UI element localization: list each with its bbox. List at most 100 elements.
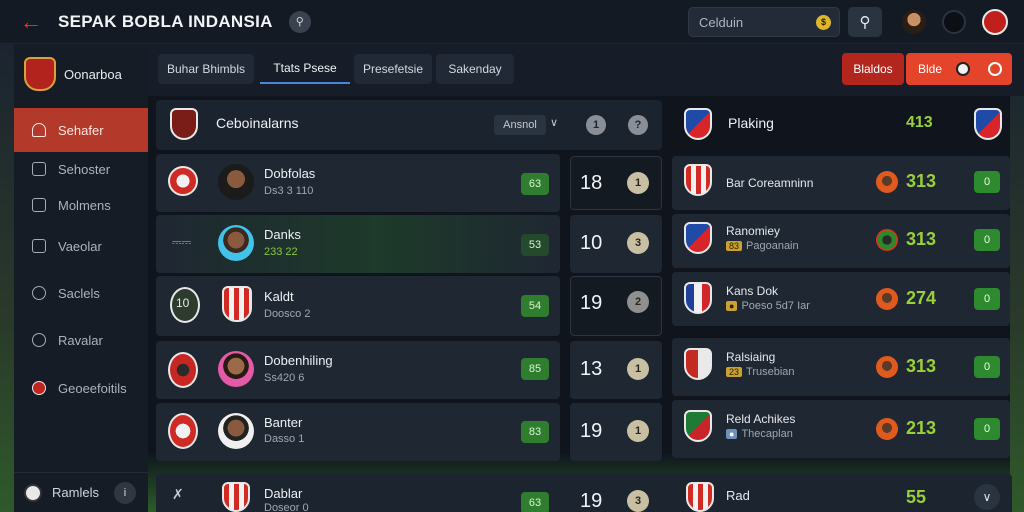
user-avatar[interactable] [902, 10, 926, 34]
football-icon [956, 62, 970, 76]
tab-sakenday[interactable]: Sakenday [436, 54, 514, 84]
brand[interactable]: Oonarboa [14, 44, 148, 104]
secondary-action-button[interactable]: Blde [906, 53, 1012, 85]
sort-dropdown[interactable]: Ansnol [494, 115, 546, 135]
link-icon: ⎓⎓ [172, 235, 192, 249]
tab-presefetsie[interactable]: Presefetsie [354, 54, 432, 84]
sidebar-footer[interactable]: Ramlels i [14, 472, 148, 512]
list-item[interactable] [672, 214, 1010, 268]
sidebar: Oonarboa Sehafer Sehoster Molmens Vaeola… [14, 44, 148, 512]
home-icon [32, 123, 46, 137]
app-title: SEPAK BOBLA INDANSIA [58, 11, 273, 31]
search-input[interactable]: Celduin $ [688, 7, 840, 37]
team-sub: 83 Pagoanain [726, 240, 799, 252]
list-item[interactable] [672, 156, 1010, 210]
score-value: 19 [580, 490, 603, 512]
table-row[interactable] [156, 215, 560, 273]
list-item[interactable] [672, 338, 1010, 396]
trophy-icon [32, 239, 46, 253]
club-crest-icon [168, 352, 198, 388]
search-button[interactable]: ⚲ [848, 7, 882, 37]
sidebar-item-geoeefoitils[interactable]: Geoeefoitils [14, 366, 148, 410]
round-button-help[interactable]: ? [628, 115, 648, 135]
club-crest-icon [222, 482, 250, 512]
position-badge: 1 [627, 420, 649, 442]
arrow-left-icon[interactable]: ← [20, 10, 42, 32]
search-input-value: Celduin [699, 14, 744, 30]
club-crest-icon [686, 482, 714, 512]
search-icon[interactable]: ⚲ [288, 10, 311, 33]
team-sub: ● Thecaplan [726, 428, 793, 440]
tag-badge: 83 [726, 241, 743, 251]
player-avatar [876, 356, 898, 378]
club-crest-icon [684, 164, 712, 196]
list-item[interactable] [672, 400, 1010, 458]
club-crest-icon [684, 348, 712, 380]
table-row[interactable] [156, 276, 560, 336]
club-logo-icon [24, 57, 56, 91]
notification-icon[interactable] [942, 10, 966, 34]
right-panel-score: 413 [906, 114, 933, 131]
status-badge[interactable]: 0 [974, 171, 1000, 193]
player-sub: Ds3 3 110 [264, 185, 314, 197]
player-avatar [876, 288, 898, 310]
team-name: Kans Dok [726, 284, 779, 298]
sidebar-item-ravalar[interactable]: Ravalar [14, 318, 148, 362]
status-badge[interactable]: 0 [974, 356, 1000, 378]
status-badge[interactable]: 0 [974, 229, 1000, 251]
chevron-down-icon[interactable]: ∨ [550, 116, 558, 129]
clock-icon [32, 286, 46, 300]
rating-badge: 63 [521, 173, 549, 195]
team-sub-text: Poeso 5d7 Iar [741, 300, 810, 312]
position-badge: 1 [627, 358, 649, 380]
primary-action-button[interactable]: Blaldos [842, 53, 904, 85]
club-badge-icon [32, 381, 46, 395]
status-badge[interactable]: 0 [974, 418, 1000, 440]
player-name: Banter [264, 415, 303, 430]
tab-ttats-psese[interactable]: Ttats Psese [260, 54, 350, 84]
crest-number: 10 [176, 296, 190, 310]
score-value: 10 [580, 232, 603, 254]
team-sub: 23 Trusebian [726, 366, 795, 378]
club-badge-icon[interactable] [982, 9, 1008, 35]
club-crest-icon [170, 108, 198, 140]
club-crest-icon [684, 282, 712, 314]
sidebar-item-molmens[interactable]: Molmens [14, 183, 148, 227]
sidebar-item-label: Sehafer [58, 122, 104, 138]
sidebar-item-sehafer[interactable]: Sehafer [14, 108, 148, 152]
team-sub-text: Pagoanain [746, 240, 799, 252]
rating-badge: 85 [521, 358, 549, 380]
player-name: Dablar [264, 486, 303, 501]
sidebar-item-vaeolar[interactable]: Vaeolar [14, 224, 148, 268]
round-button-1[interactable]: 1 [586, 115, 606, 135]
player-name: Kaldt [264, 289, 294, 304]
team-score: 213 [906, 418, 937, 438]
score-value: 19 [580, 292, 603, 314]
rating-badge: 63 [521, 492, 549, 512]
tag-badge: ● [726, 301, 738, 311]
player-avatar [876, 171, 898, 193]
list-icon [32, 198, 46, 212]
table-row[interactable] [156, 403, 560, 461]
sidebar-item-saclels[interactable]: Saclels [14, 271, 148, 315]
player-avatar [876, 229, 898, 251]
score-value: 19 [580, 420, 603, 442]
list-item[interactable] [672, 272, 1010, 326]
table-row[interactable] [156, 341, 560, 399]
coin-icon: $ [816, 15, 831, 30]
table-row[interactable] [156, 154, 560, 212]
info-icon[interactable]: i [114, 482, 136, 504]
team-score: 313 [906, 171, 937, 191]
team-score: 313 [906, 229, 937, 249]
chevron-down-icon[interactable]: ∨ [974, 484, 1000, 510]
tab-buhar-bhimbls[interactable]: Buhar Bhimbls [158, 54, 254, 84]
sidebar-item-label: Vaeolar [58, 238, 102, 254]
sidebar-item-label: Molmens [58, 197, 111, 213]
status-badge[interactable]: 0 [974, 288, 1000, 310]
team-sub-text: Thecaplan [741, 428, 793, 440]
team-sub-text: Trusebian [746, 366, 795, 378]
shield-icon [32, 333, 46, 347]
tag-badge: ● [726, 429, 738, 439]
club-crest-icon [684, 410, 712, 442]
player-avatar [218, 351, 254, 387]
